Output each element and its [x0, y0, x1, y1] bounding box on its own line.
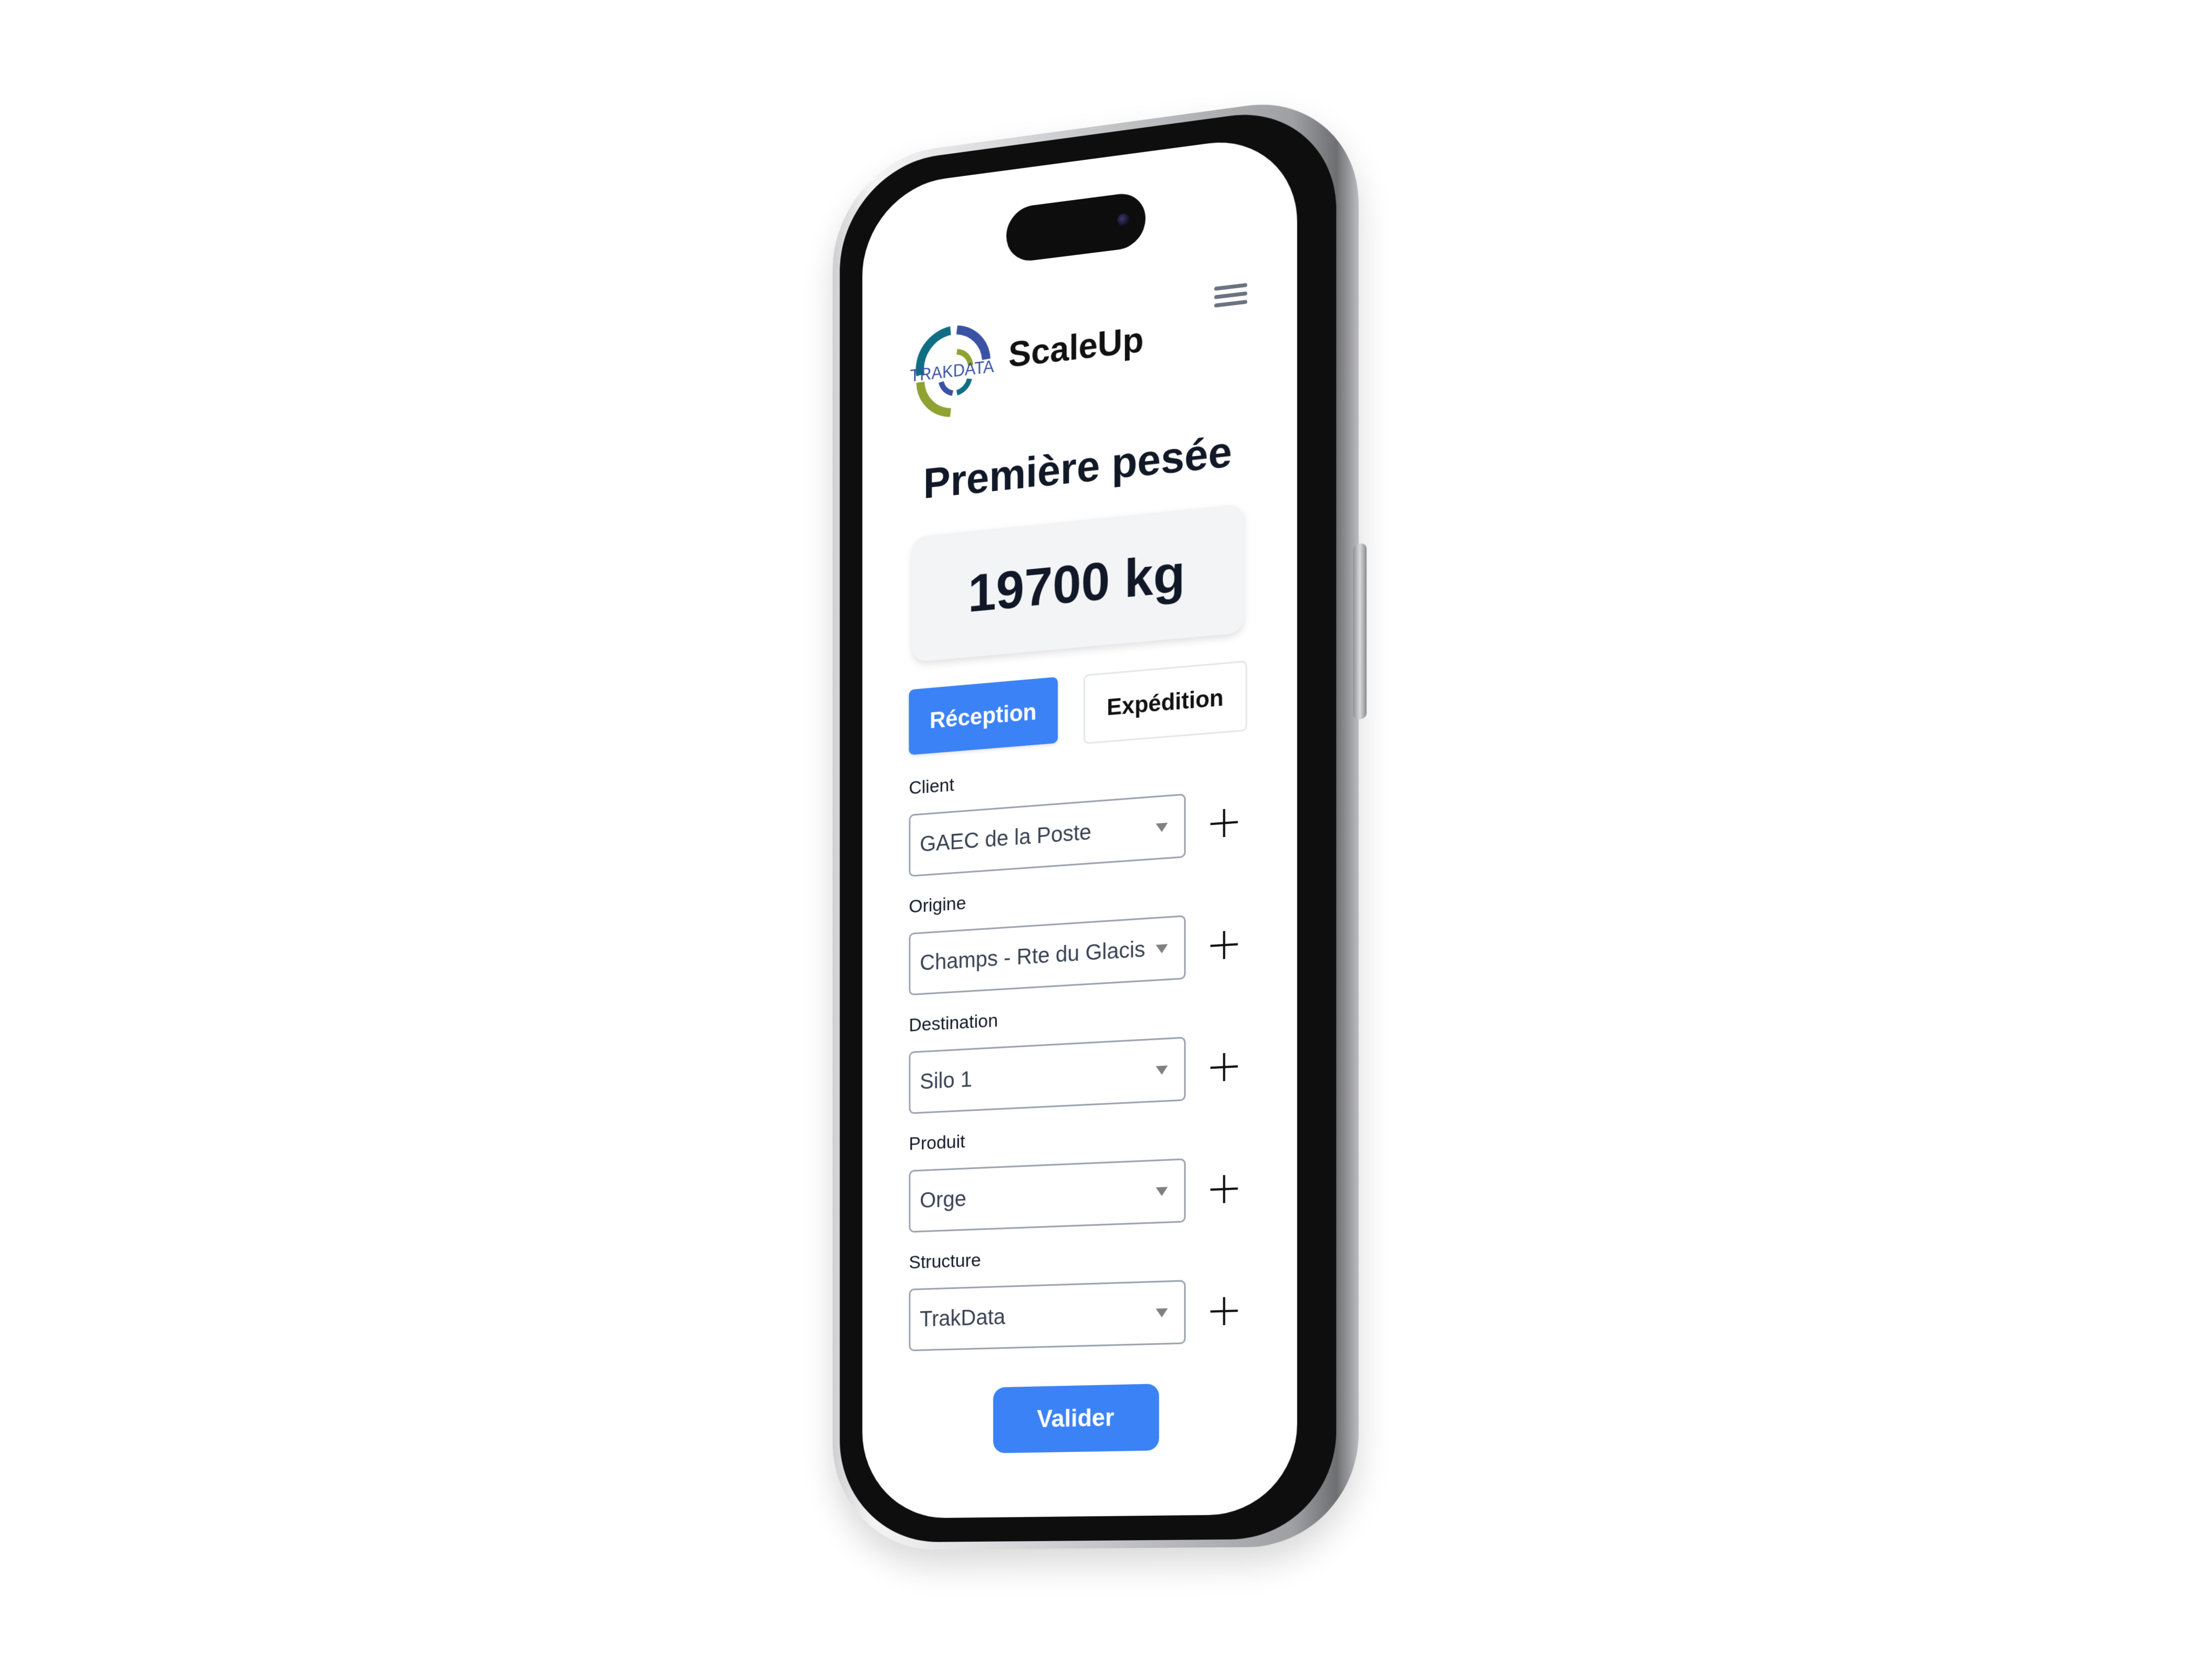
client-field-group: Client GAEC de la Poste [909, 752, 1248, 877]
chevron-down-icon [1156, 1308, 1168, 1318]
destination-field-group: Destination Silo 1 [909, 996, 1248, 1114]
chevron-down-icon [1156, 1186, 1168, 1196]
camera-icon [1117, 212, 1130, 227]
menu-bar [1214, 300, 1248, 308]
client-select[interactable]: GAEC de la Poste [909, 793, 1186, 877]
page-title: Première pesée [923, 426, 1232, 508]
structure-label: Structure [909, 1249, 981, 1273]
produit-select[interactable]: Orge [909, 1158, 1186, 1233]
add-client-button[interactable] [1211, 808, 1238, 838]
phone-bezel: TRAKDATA ScaleUp Première pesée 19700 kg… [839, 101, 1337, 1543]
app-content: TRAKDATA ScaleUp Première pesée 19700 kg… [909, 279, 1248, 1455]
app-header: TRAKDATA ScaleUp [909, 279, 1248, 429]
add-origine-button[interactable] [1211, 930, 1238, 960]
origine-label: Origine [909, 893, 967, 917]
hamburger-menu-button[interactable] [1214, 279, 1248, 316]
client-label: Client [909, 774, 954, 799]
add-produit-button[interactable] [1211, 1174, 1238, 1203]
produit-field-group: Produit Orge [909, 1118, 1248, 1233]
phone-mockup: TRAKDATA ScaleUp Première pesée 19700 kg… [832, 90, 1367, 1551]
destination-value: Silo 1 [920, 1067, 972, 1094]
phone-screen: TRAKDATA ScaleUp Première pesée 19700 kg… [862, 131, 1297, 1519]
valider-button[interactable]: Valider [993, 1384, 1159, 1453]
structure-field-group: Structure TrakData [909, 1240, 1248, 1352]
dynamic-island [1006, 190, 1146, 264]
origine-field-group: Origine Champs - Rte du Glacis [909, 874, 1248, 996]
menu-bar [1214, 283, 1248, 291]
menu-bar [1214, 291, 1248, 300]
structure-value: TrakData [920, 1305, 1005, 1332]
destination-label: Destination [909, 1010, 998, 1036]
chevron-down-icon [1156, 1065, 1168, 1075]
structure-select[interactable]: TrakData [909, 1280, 1186, 1352]
origine-value: Champs - Rte du Glacis [920, 937, 1146, 975]
expedition-button[interactable]: Expédition [1083, 660, 1248, 744]
produit-value: Orge [920, 1187, 967, 1213]
add-destination-button[interactable] [1211, 1052, 1238, 1082]
reception-button[interactable]: Réception [909, 676, 1058, 755]
destination-select[interactable]: Silo 1 [909, 1036, 1186, 1114]
client-value: GAEC de la Poste [920, 820, 1092, 857]
chevron-down-icon [1156, 822, 1168, 832]
add-structure-button[interactable] [1211, 1296, 1238, 1325]
mode-toggle: Réception Expédition [909, 660, 1248, 758]
phone-side-button [1353, 542, 1367, 720]
weight-display: 19700 kg [912, 503, 1244, 662]
origine-select[interactable]: Champs - Rte du Glacis [909, 915, 1186, 996]
chevron-down-icon [1156, 943, 1168, 954]
app-brand-name: ScaleUp [1008, 319, 1144, 375]
produit-label: Produit [909, 1131, 966, 1155]
submit-area: Valider [909, 1382, 1248, 1455]
trakdata-logo-icon: TRAKDATA [909, 314, 998, 422]
